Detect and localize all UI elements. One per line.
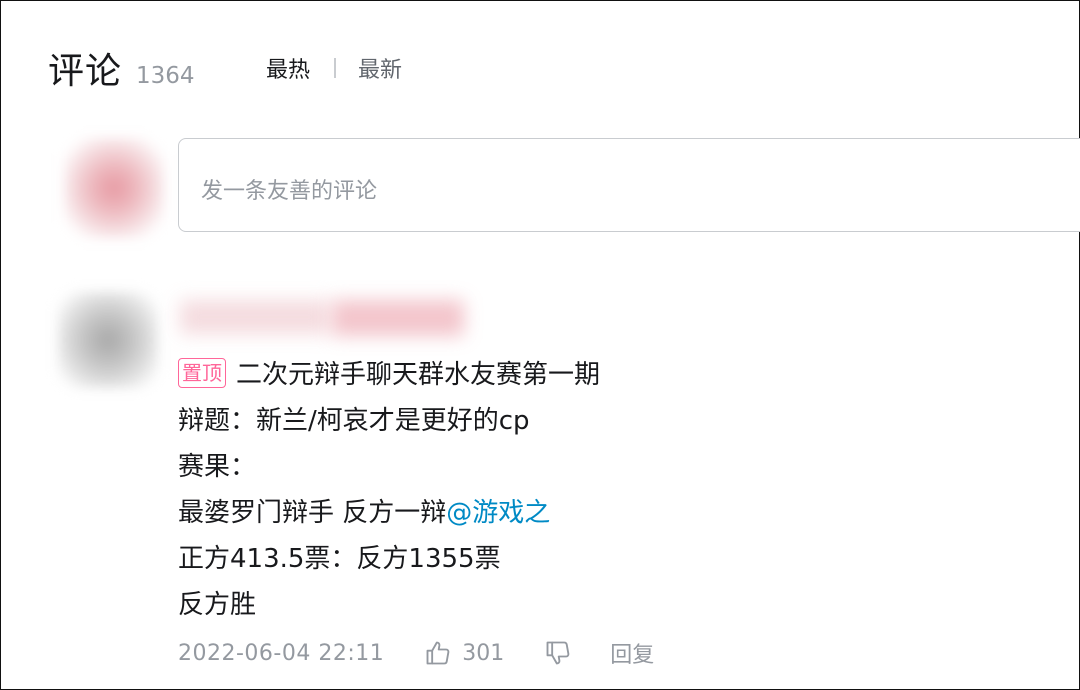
comment-line: 置顶 二次元辩手聊天群水友赛第一期 <box>178 352 600 398</box>
sort-hot-tab[interactable]: 最热 <box>266 52 310 84</box>
commenter-avatar[interactable] <box>58 292 158 388</box>
comment-line-text: 赛果： <box>178 452 257 482</box>
comments-count: 1364 <box>136 63 195 89</box>
comment-line: 反方胜 <box>178 582 600 628</box>
mention-link[interactable]: @游戏之 <box>446 498 550 528</box>
sort-divider <box>334 58 337 78</box>
pinned-badge: 置顶 <box>178 358 226 388</box>
comment-line-text: 二次元辩手聊天群水友赛第一期 <box>236 360 601 390</box>
current-user-avatar[interactable] <box>64 138 164 238</box>
comment-line: 正方413.5票：反方1355票 <box>178 536 600 582</box>
comment-line-text: 辩题：新兰/柯哀才是更好的cp <box>178 406 530 436</box>
comment-line: 最婆罗门辩手 反方一辩@游戏之 <box>178 490 600 536</box>
commenter-badge-redacted <box>332 300 464 336</box>
comments-header: 评论 1364 <box>48 42 195 92</box>
commenter-name-redacted[interactable] <box>180 300 330 334</box>
comment-line: 赛果： <box>178 444 600 490</box>
comment-line-text: 反方胜 <box>178 590 257 620</box>
comment-line-text: 最婆罗门辩手 反方一辩 <box>178 498 447 528</box>
sort-tabs: 最热 最新 <box>266 52 402 84</box>
comment-timestamp: 2022-06-04 22:11 <box>178 640 385 666</box>
dislike-button[interactable] <box>544 639 572 667</box>
comment-input-placeholder: 发一条友善的评论 <box>201 179 378 204</box>
like-count: 301 <box>462 640 505 666</box>
comment-line-text: 正方413.5票：反方1355票 <box>178 544 501 574</box>
comments-title: 评论 <box>48 51 123 92</box>
comment-body: 置顶 二次元辩手聊天群水友赛第一期 辩题：新兰/柯哀才是更好的cp 赛果： 最婆罗… <box>178 352 600 628</box>
thumbs-down-icon <box>546 641 570 665</box>
comment-input[interactable]: 发一条友善的评论 <box>178 138 1080 232</box>
reply-button[interactable]: 回复 <box>610 637 654 669</box>
comment-meta: 2022-06-04 22:11 301 回复 <box>178 636 654 670</box>
thumbs-up-icon <box>426 641 450 665</box>
like-button[interactable]: 301 <box>424 639 504 667</box>
sort-new-tab[interactable]: 最新 <box>358 52 402 84</box>
comment-line: 辩题：新兰/柯哀才是更好的cp <box>178 398 600 444</box>
